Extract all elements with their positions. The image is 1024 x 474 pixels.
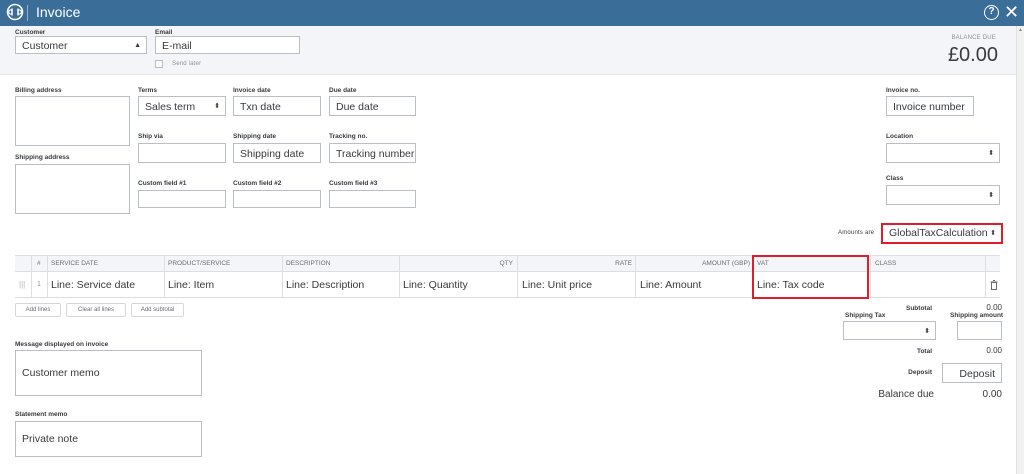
- cell-description[interactable]: Line: Description: [286, 272, 364, 298]
- class-select[interactable]: ⬍: [886, 185, 1000, 205]
- close-icon[interactable]: ✕: [1004, 1, 1019, 23]
- add-subtotal-button[interactable]: Add subtotal: [131, 303, 184, 317]
- select-arrows-icon: ⬍: [924, 328, 930, 335]
- window-title: Invoice: [36, 4, 81, 20]
- billing-address-field[interactable]: [15, 96, 130, 146]
- amounts-are-value: GlobalTaxCalculation: [889, 227, 988, 239]
- scrollbar[interactable]: ▲: [1016, 26, 1024, 474]
- quickbooks-logo-icon: [6, 3, 24, 21]
- customer-select[interactable]: Customer ▲: [15, 36, 147, 54]
- add-lines-button[interactable]: Add lines: [15, 303, 61, 317]
- ship-via-label: Ship via: [138, 133, 163, 140]
- email-value: E-mail: [162, 40, 192, 52]
- shipping-address-label: Shipping address: [15, 154, 70, 161]
- drag-handle-icon[interactable]: |||: [19, 272, 25, 298]
- scroll-up-icon[interactable]: ▲: [1018, 27, 1023, 33]
- col-qty: QTY: [499, 260, 513, 267]
- terms-label: Terms: [138, 87, 158, 94]
- invoice-date-label: Invoice date: [233, 87, 271, 94]
- email-field[interactable]: E-mail: [155, 36, 300, 54]
- balance-due-total-label: Balance due: [878, 389, 934, 400]
- custom-field-1-label: Custom field #1: [138, 180, 187, 187]
- customer-value: Customer: [22, 40, 68, 52]
- send-later-label: Send later: [172, 61, 202, 67]
- clear-all-lines-button[interactable]: Clear all lines: [66, 303, 126, 317]
- select-arrows-icon: ▲: [134, 42, 141, 49]
- total-value: 0.00: [986, 346, 1002, 355]
- subtotal-label: Subtotal: [906, 305, 932, 312]
- ship-via-field[interactable]: [138, 143, 226, 163]
- row-num: 1: [37, 281, 41, 288]
- tracking-no-field[interactable]: Tracking number: [329, 143, 416, 163]
- cell-qty[interactable]: Line: Quantity: [403, 272, 468, 298]
- custom-field-2-input[interactable]: [233, 190, 321, 208]
- total-label: Total: [916, 348, 932, 355]
- class-label: Class: [886, 175, 904, 182]
- cell-product[interactable]: Line: Item: [168, 272, 214, 298]
- billing-address-label: Billing address: [15, 87, 62, 94]
- select-arrows-icon: ⬍: [990, 230, 996, 237]
- cell-service-date[interactable]: Line: Service date: [51, 272, 135, 298]
- amounts-are-select[interactable]: GlobalTaxCalculation ⬍: [881, 223, 1003, 244]
- amounts-are-label: Amounts are: [838, 230, 875, 236]
- help-icon[interactable]: ?: [984, 5, 999, 20]
- col-rate: RATE: [615, 260, 632, 267]
- shipping-amount-label: Shipping amount: [950, 312, 1004, 319]
- tracking-no-label: Tracking no.: [329, 133, 368, 140]
- shipping-tax-select[interactable]: ⬍: [843, 321, 936, 340]
- col-service-date: SERVICE DATE: [51, 260, 99, 267]
- custom-field-3-input[interactable]: [329, 190, 416, 208]
- vat-column-highlight: [752, 255, 869, 299]
- col-class: CLASS: [875, 260, 897, 267]
- terms-value: Sales term: [145, 101, 196, 113]
- email-label: Email: [155, 29, 173, 36]
- trash-icon[interactable]: [990, 280, 998, 290]
- shipping-amount-field[interactable]: [957, 321, 1002, 340]
- title-bar: Invoice ? ✕: [0, 0, 1024, 26]
- invoice-no-field[interactable]: Invoice number: [886, 96, 974, 116]
- due-date-label: Due date: [329, 87, 357, 94]
- shipping-date-field[interactable]: Shipping date: [233, 143, 321, 163]
- location-select[interactable]: ⬍: [886, 143, 1000, 163]
- title-separator: [27, 5, 28, 21]
- deposit-field[interactable]: Deposit: [942, 363, 1002, 383]
- invoice-date-field[interactable]: Txn date: [233, 96, 321, 116]
- customer-label: Customer: [15, 29, 46, 36]
- subtotal-value: 0.00: [986, 303, 1002, 312]
- send-later-checkbox[interactable]: [155, 60, 163, 68]
- shipping-address-field[interactable]: [15, 164, 130, 214]
- message-field[interactable]: Customer memo: [15, 350, 202, 396]
- col-amount: AMOUNT (GBP): [702, 260, 750, 267]
- select-arrows-icon: ⬍: [988, 150, 994, 157]
- terms-select[interactable]: Sales term ⬍: [138, 96, 226, 116]
- col-product: PRODUCT/SERVICE: [168, 260, 231, 267]
- location-label: Location: [886, 133, 914, 140]
- statement-memo-field[interactable]: Private note: [15, 421, 202, 457]
- cell-amount[interactable]: Line: Amount: [640, 272, 701, 298]
- select-arrows-icon: ⬍: [988, 192, 994, 199]
- balance-due-label: BALANCE DUE: [951, 35, 996, 41]
- col-description: DESCRIPTION: [286, 260, 331, 267]
- header-band: [0, 26, 1016, 74]
- shipping-tax-label: Shipping Tax: [845, 312, 886, 319]
- cell-rate[interactable]: Line: Unit price: [522, 272, 592, 298]
- statement-memo-label: Statement memo: [15, 411, 68, 418]
- message-label: Message displayed on invoice: [15, 341, 109, 348]
- custom-field-3-label: Custom field #3: [329, 180, 378, 187]
- due-date-field[interactable]: Due date: [329, 96, 416, 116]
- custom-field-2-label: Custom field #2: [233, 180, 282, 187]
- deposit-label: Deposit: [908, 369, 932, 376]
- balance-due-total-value: 0.00: [982, 389, 1002, 400]
- col-num: #: [37, 260, 41, 267]
- custom-field-1-input[interactable]: [138, 190, 226, 208]
- invoice-no-label: Invoice no.: [886, 87, 920, 94]
- select-arrows-icon: ⬍: [214, 103, 220, 110]
- balance-due-amount: £0.00: [947, 44, 998, 66]
- shipping-date-label: Shipping date: [233, 133, 276, 140]
- header-divider: [0, 74, 1016, 75]
